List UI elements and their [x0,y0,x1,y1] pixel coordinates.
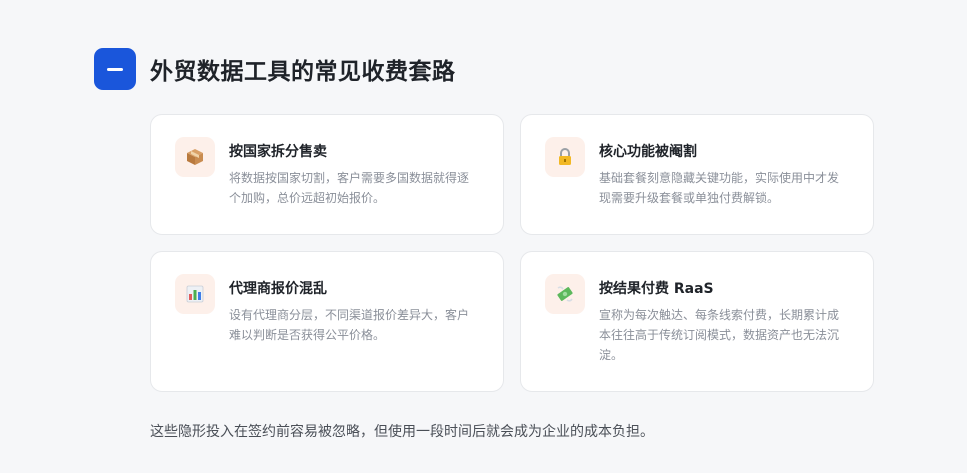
card-title: 代理商报价混乱 [229,281,327,297]
package-icon [175,137,215,177]
card-desc: 基础套餐刻意隐藏关键功能，实际使用中才发现需要升级套餐或单独付费解锁。 [599,171,840,205]
card-feature-crippled: 核心功能被阉割 基础套餐刻意隐藏关键功能，实际使用中才发现需要升级套餐或单独付费… [520,114,874,235]
bar-chart-icon [175,274,215,314]
card-title: 核心功能被阉割 [599,144,697,160]
lock-icon [545,137,585,177]
card-title: 按结果付费 RaaS [599,281,714,297]
card-desc: 将数据按国家切割，客户需要多国数据就得逐个加购，总价远超初始报价。 [229,171,470,205]
card-raas: 按结果付费 RaaS 宣称为每次触达、每条线索付费，长期累计成本往往高于传统订阅… [520,251,874,392]
footer-note: 这些隐形投入在签约前容易被忽略，但使用一段时间后就会成为企业的成本负担。 [150,424,654,440]
card-country-split: 按国家拆分售卖 将数据按国家切割，客户需要多国数据就得逐个加购，总价远超初始报价… [150,114,504,235]
card-title: 按国家拆分售卖 [229,144,327,160]
card-grid: 按国家拆分售卖 将数据按国家切割，客户需要多国数据就得逐个加购，总价远超初始报价… [150,114,874,392]
page-title: 外贸数据工具的常见收费套路 [150,59,456,85]
card-agent-pricing: 代理商报价混乱 设有代理商分层，不同渠道报价差异大，客户难以判断是否获得公平价格… [150,251,504,392]
card-desc: 宣称为每次触达、每条线索付费，长期累计成本往往高于传统订阅模式，数据资产也无法沉… [599,308,840,362]
money-wings-icon [545,274,585,314]
card-desc: 设有代理商分层，不同渠道报价差异大，客户难以判断是否获得公平价格。 [229,308,470,342]
minus-icon [94,48,136,90]
section-header: 外贸数据工具的常见收费套路 [94,48,456,90]
